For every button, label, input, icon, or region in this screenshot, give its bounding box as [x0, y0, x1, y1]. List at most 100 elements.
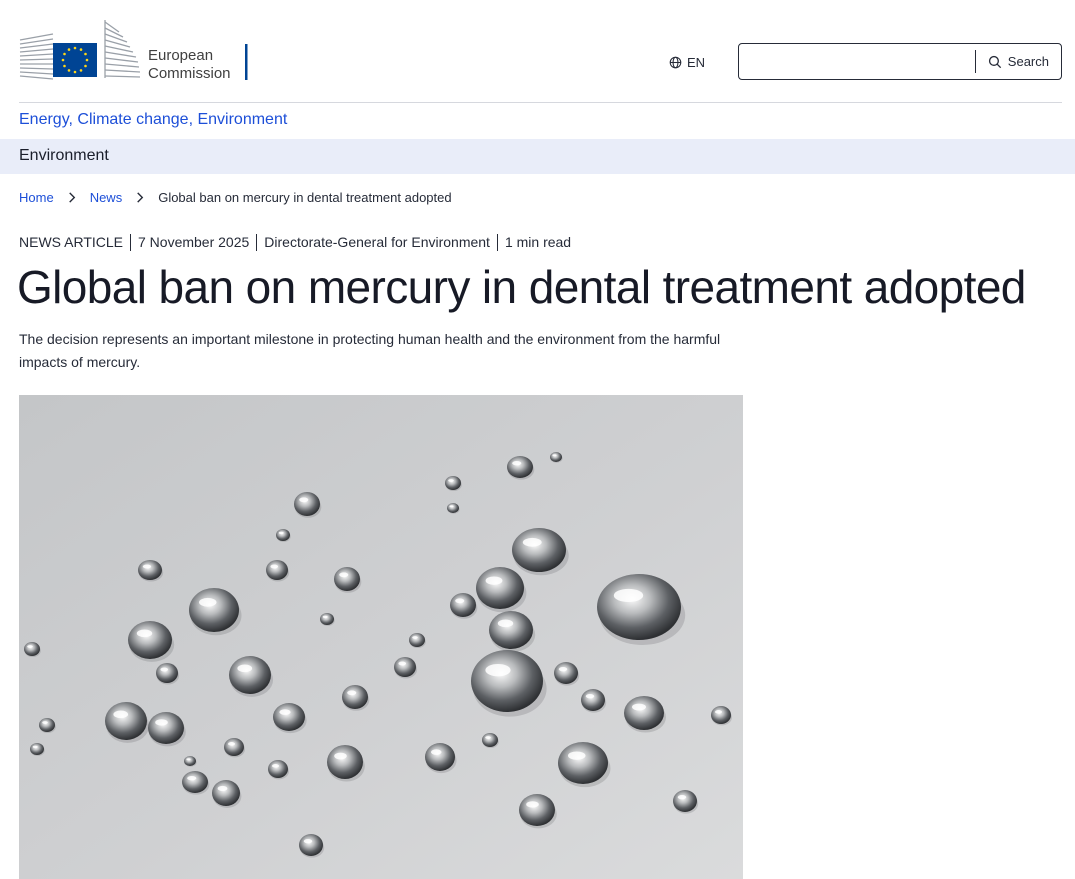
droplet-highlight [497, 619, 514, 628]
section-name[interactable]: Environment [19, 147, 109, 165]
mercury-droplet [273, 703, 305, 731]
article-date: 7 November 2025 [138, 234, 250, 250]
breadcrumb: Home News Global ban on mercury in denta… [19, 189, 452, 206]
droplet-highlight [568, 751, 586, 760]
logo-line1: European [148, 47, 213, 64]
droplet-highlight [448, 479, 454, 482]
mercury-droplet [394, 657, 416, 677]
article-lead: The decision represents an important mil… [19, 331, 721, 370]
page-title: Global ban on mercury in dental treatmen… [17, 261, 1026, 313]
mercury-droplet [409, 633, 425, 647]
droplet-highlight [32, 745, 38, 749]
header-divider [19, 102, 1062, 103]
droplet-highlight [142, 564, 152, 569]
droplet-highlight [552, 454, 557, 457]
breadcrumb-news[interactable]: News [90, 190, 123, 205]
droplet-highlight [186, 758, 191, 761]
droplet-highlight [339, 572, 349, 578]
mercury-droplet [268, 760, 288, 778]
article-image [19, 395, 743, 879]
search-box: Search [738, 43, 1062, 80]
mercury-droplet [212, 780, 240, 806]
language-selector[interactable]: EN [669, 52, 705, 72]
mercury-droplet [450, 593, 476, 617]
language-label: EN [687, 54, 706, 70]
chevron-right-icon [136, 192, 144, 203]
droplet-highlight [160, 667, 169, 672]
mercury-droplet [334, 567, 360, 591]
mercury-droplet [482, 733, 498, 747]
droplet-highlight [431, 749, 442, 755]
article-meta: NEWS ARTICLE 7 November 2025 Directorate… [19, 233, 571, 251]
breadcrumb-current: Global ban on mercury in dental treatmen… [158, 190, 452, 205]
droplet-highlight [558, 666, 568, 672]
mercury-droplet [471, 650, 543, 712]
droplet-highlight [299, 497, 309, 503]
droplet-highlight [677, 794, 687, 800]
droplet-highlight [27, 645, 33, 648]
droplet-highlight [632, 703, 646, 711]
droplet-highlight [347, 690, 357, 696]
droplet-highlight [187, 775, 197, 781]
mercury-droplet [30, 743, 44, 755]
droplet-highlight [322, 615, 328, 619]
meta-separator [256, 233, 258, 251]
mercury-droplet [558, 742, 608, 784]
droplet-highlight [485, 736, 491, 739]
mercury-droplet [294, 492, 320, 516]
article-department: Directorate-General for Environment [264, 234, 490, 250]
droplet-highlight [715, 710, 722, 714]
droplet-highlight [155, 719, 168, 726]
search-button[interactable]: Search [976, 44, 1061, 79]
article-type: NEWS ARTICLE [19, 234, 123, 250]
globe-icon [669, 56, 682, 69]
mercury-droplet [182, 771, 208, 793]
droplet-highlight [334, 752, 347, 760]
chevron-right-icon [68, 192, 76, 203]
mercury-droplet [519, 794, 555, 826]
article-reading-time: 1 min read [504, 234, 572, 250]
mercury-droplet [507, 456, 533, 478]
mercury-droplet [138, 560, 162, 580]
droplet-highlight [512, 460, 522, 466]
section-bar: Environment [0, 139, 1075, 174]
search-button-label: Search [1007, 54, 1049, 69]
droplet-highlight [199, 597, 217, 607]
site-header: European Commission EN Search [0, 0, 1075, 102]
droplet-highlight [42, 721, 48, 724]
droplet-highlight [303, 838, 313, 844]
breadcrumb-home[interactable]: Home [19, 190, 54, 205]
droplet-highlight [398, 661, 407, 666]
meta-separator [496, 233, 498, 251]
mercury-droplet [189, 588, 239, 632]
droplet-highlight [272, 764, 279, 768]
mercury-droplet [711, 706, 731, 724]
droplet-highlight [449, 505, 454, 508]
mercury-droplet [489, 611, 533, 649]
mercury-droplet [276, 529, 290, 541]
mercury-droplet [229, 656, 271, 694]
droplet-highlight [237, 664, 253, 673]
droplet-highlight [613, 588, 644, 603]
mercury-droplet [554, 662, 578, 684]
droplet-highlight [455, 598, 465, 604]
mercury-droplet [105, 702, 147, 740]
site-name-link[interactable]: Energy, Climate change, Environment [19, 111, 287, 129]
mercury-droplet [597, 574, 681, 640]
mercury-droplet [39, 718, 55, 732]
droplet-highlight [485, 576, 503, 585]
european-commission-logo[interactable]: European Commission [19, 18, 259, 82]
droplet-highlight [585, 693, 595, 699]
droplet-highlight [278, 531, 284, 535]
mercury-droplet [512, 528, 566, 572]
mercury-droplet [550, 452, 562, 462]
droplet-highlight [217, 785, 228, 792]
mercury-droplet [327, 745, 363, 779]
mercury-droplet [224, 738, 244, 756]
mercury-droplet [24, 642, 40, 656]
droplet-highlight [113, 710, 129, 719]
mercury-droplet [148, 712, 184, 744]
mercury-droplet [299, 834, 323, 856]
search-input[interactable] [739, 44, 975, 79]
droplet-highlight [522, 537, 542, 547]
